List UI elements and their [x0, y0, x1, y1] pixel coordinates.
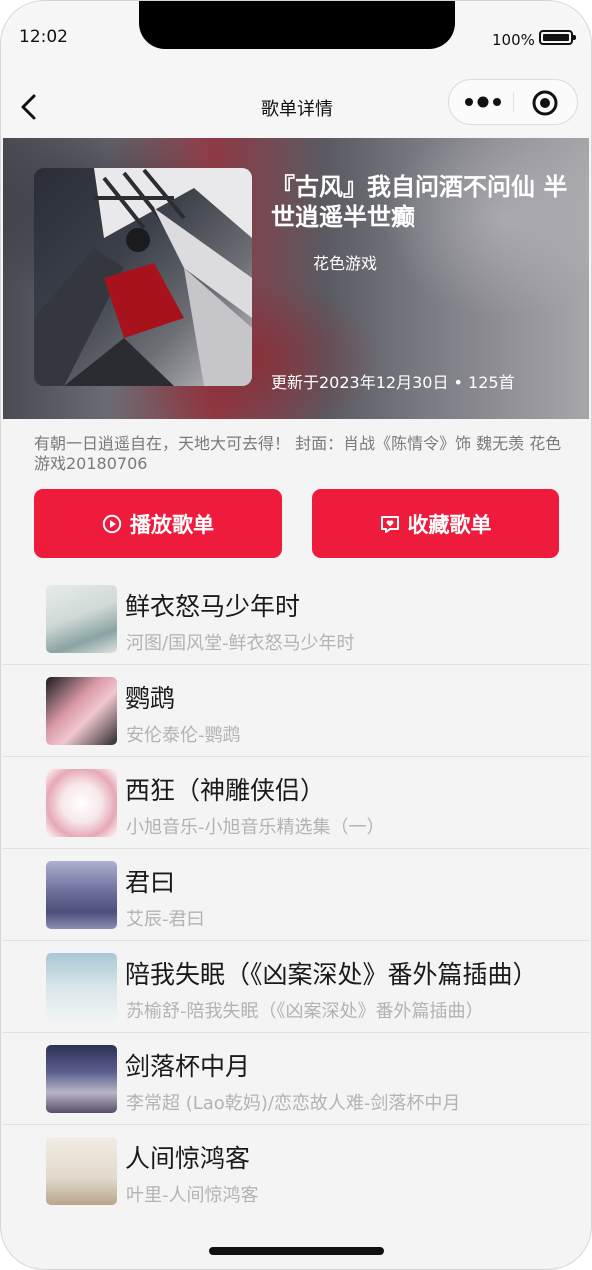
song-row[interactable]: 人间惊鸿客 叶里-人间惊鸿客	[3, 1125, 589, 1217]
song-row[interactable]: 剑落杯中月 李常超 (Lao乾妈)/恋恋故人难-剑落杯中月	[3, 1033, 589, 1125]
song-name: 剑落杯中月	[125, 1052, 251, 1081]
song-name: 鹦鹉	[125, 684, 176, 713]
play-circle-icon	[102, 514, 122, 533]
playlist-meta: 更新于2023年12月30日 • 125首	[271, 373, 515, 392]
play-playlist-label: 播放歌单	[130, 512, 214, 537]
song-subtitle: 叶里-人间惊鸿客	[126, 1185, 259, 1206]
song-row[interactable]: 陪我失眠（《凶案深处》番外篇插曲） 苏榆舒-陪我失眠（《凶案深处》番外篇插曲）	[3, 941, 589, 1033]
song-cover	[46, 953, 117, 1021]
phone-frame: 12:02 100% 歌单详情 『古风』我自问酒不问仙 半世逍遥半世癫 花色游戏…	[0, 0, 592, 1270]
song-row[interactable]: 鲜衣怒马少年时 河图/国风堂-鲜衣怒马少年时	[3, 573, 589, 665]
collect-playlist-button[interactable]: 收藏歌单	[312, 489, 559, 558]
song-row[interactable]: 鹦鹉 安伦泰伦-鹦鹉	[3, 665, 589, 757]
song-subtitle: 安伦泰伦-鹦鹉	[126, 725, 241, 746]
more-dots-icon[interactable]	[463, 90, 513, 114]
home-indicator[interactable]	[209, 1247, 384, 1255]
collect-playlist-label: 收藏歌单	[407, 512, 492, 537]
playlist-title: 『古风』我自问酒不问仙 半世逍遥半世癫	[271, 173, 568, 231]
playlist-creator[interactable]: 花色游戏	[313, 250, 377, 274]
nav-bar: 歌单详情	[1, 77, 591, 137]
song-row[interactable]: 西狂（神雕侠侣） 小旭音乐-小旭音乐精选集（一）	[3, 757, 589, 849]
song-name: 鲜衣怒马少年时	[125, 592, 301, 621]
song-subtitle: 苏榆舒-陪我失眠（《凶案深处》番外篇插曲）	[126, 1001, 484, 1022]
song-subtitle: 小旭音乐-小旭音乐精选集（一）	[126, 817, 385, 838]
collect-heart-icon	[380, 515, 399, 533]
playlist-cover[interactable]	[34, 168, 252, 386]
cover-image	[34, 168, 252, 386]
target-close-icon[interactable]	[531, 89, 559, 117]
playlist-header: 『古风』我自问酒不问仙 半世逍遥半世癫 花色游戏 更新于2023年12月30日 …	[3, 138, 589, 419]
play-playlist-button[interactable]: 播放歌单	[34, 489, 282, 558]
song-name: 陪我失眠（《凶案深处》番外篇插曲）	[125, 960, 538, 989]
song-list: 鲜衣怒马少年时 河图/国风堂-鲜衣怒马少年时 鹦鹉 安伦泰伦-鹦鹉 西狂（神雕侠…	[3, 573, 589, 1217]
song-cover	[46, 769, 117, 837]
song-subtitle: 河图/国风堂-鲜衣怒马少年时	[126, 633, 355, 654]
song-subtitle: 艾辰-君曰	[126, 909, 205, 930]
status-time: 12:02	[19, 27, 68, 47]
song-row[interactable]: 君曰 艾辰-君曰	[3, 849, 589, 941]
song-subtitle: 李常超 (Lao乾妈)/恋恋故人难-剑落杯中月	[126, 1093, 461, 1114]
capsule-divider	[513, 92, 514, 112]
song-cover	[46, 585, 117, 653]
song-name: 君曰	[125, 868, 176, 897]
mini-program-capsule	[448, 79, 578, 125]
battery-icon	[539, 30, 576, 45]
playlist-description: 有朝一日逍遥自在，天地大可去得！ 封面：肖战《陈情令》饰 魏无羡 花色游戏201…	[34, 434, 562, 473]
song-name: 西狂（神雕侠侣）	[125, 776, 326, 805]
battery-percent: 100%	[492, 31, 535, 49]
song-cover	[46, 1137, 117, 1205]
song-name: 人间惊鸿客	[125, 1144, 251, 1173]
status-bar: 12:02 100%	[1, 1, 591, 77]
notch	[139, 1, 455, 49]
song-cover	[46, 677, 117, 745]
song-cover	[46, 861, 117, 929]
song-cover	[46, 1045, 117, 1113]
